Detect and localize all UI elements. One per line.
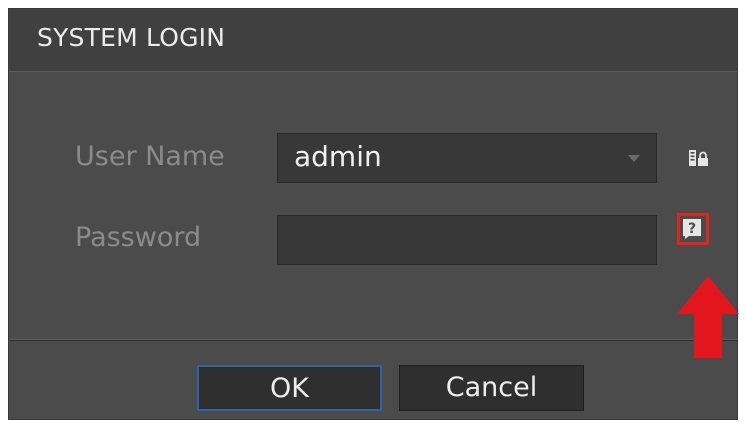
username-value: admin [294,140,382,173]
password-field[interactable] [277,215,657,265]
username-label: User Name [75,141,225,172]
dialog-title: SYSTEM LOGIN [37,23,226,52]
username-dropdown[interactable]: admin [277,133,657,183]
cancel-button[interactable]: Cancel [399,365,584,411]
user-list-icon[interactable] [688,148,710,170]
footer-divider-shadow [9,340,737,341]
help-highlight-box [677,213,709,245]
arrow-up-icon [677,276,739,358]
login-dialog: SYSTEM LOGIN User Name admin Password OK… [8,8,738,420]
chevron-down-icon [628,155,640,162]
dialog-titlebar: SYSTEM LOGIN [9,9,737,72]
password-label: Password [75,222,202,253]
ok-button[interactable]: OK [197,365,382,411]
